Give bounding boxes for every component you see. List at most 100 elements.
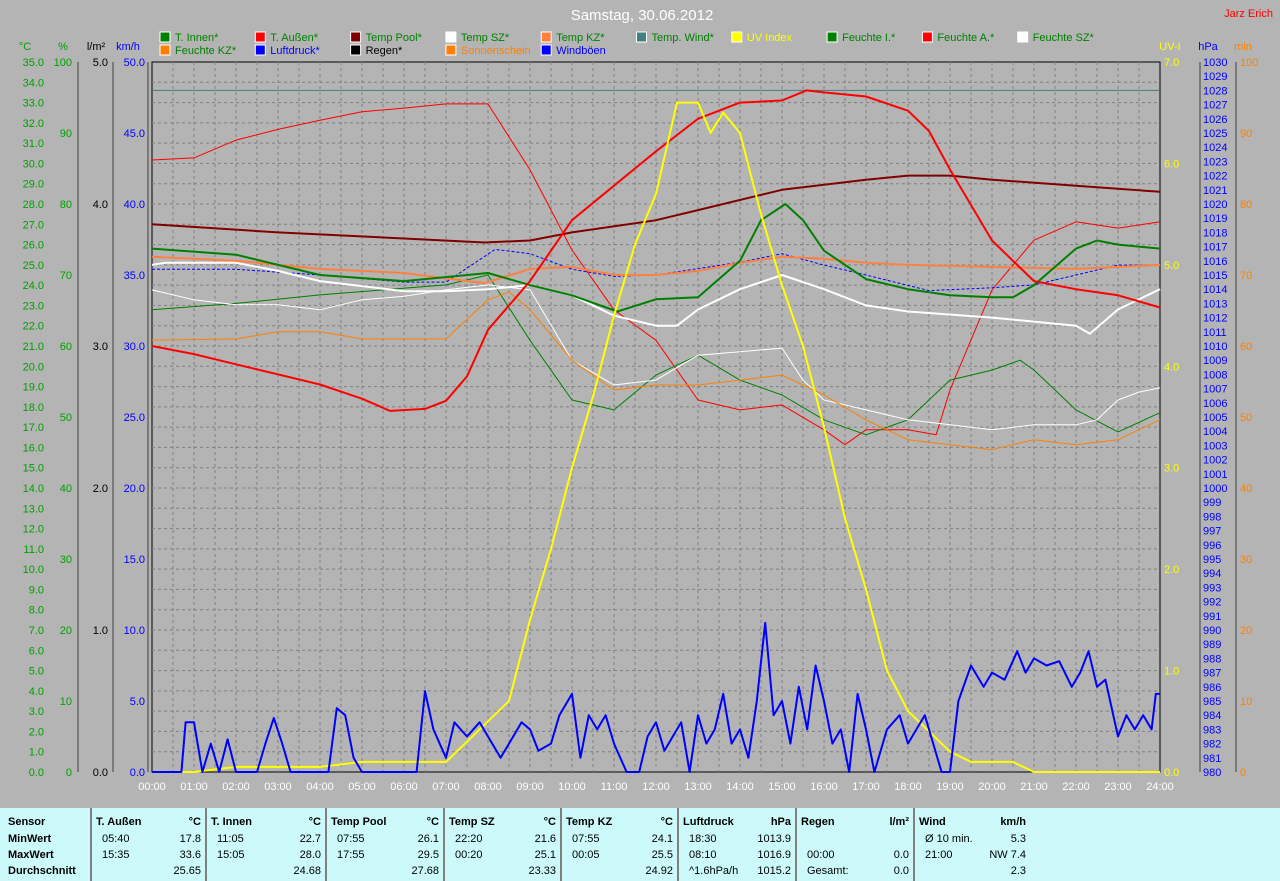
cell-value: 23.33	[528, 865, 556, 877]
legend: T. Innen* T. Außen* Temp Pool* Temp SZ* Temp…	[159, 31, 1095, 57]
cell-time: 05:40	[102, 833, 130, 845]
axis-tick-temp: 24.0	[23, 280, 44, 292]
axis-tick-temp: 10.0	[23, 564, 44, 576]
axis-tick-wind: 20.0	[124, 483, 145, 495]
column-separator	[443, 808, 445, 881]
axis-tick-press: 999	[1203, 497, 1221, 509]
axis-tick-press: 1017	[1203, 242, 1227, 254]
axis-tick-rain: 5.0	[93, 57, 108, 69]
cell-time: Gesamt:	[807, 865, 849, 877]
axis-tick-temp: 11.0	[23, 544, 44, 556]
row-label: MinWert	[8, 833, 52, 845]
axis-tick-press: 1015	[1203, 270, 1227, 282]
grid	[151, 61, 1161, 773]
cell-value: 0.0	[893, 849, 909, 861]
cell-time: Ø 10 min.	[925, 833, 973, 845]
axis-tick-uv: 4.0	[1164, 361, 1179, 373]
axis-tick-uv: 5.0	[1164, 260, 1179, 272]
group-unit: °C	[188, 816, 201, 828]
axis-title-hum: %	[58, 41, 68, 53]
x-tick-label: 16:00	[810, 781, 838, 793]
chart-title: Samstag, 30.06.2012	[571, 7, 714, 24]
legend-swatch	[636, 31, 647, 43]
legend-label: Feuchte KZ*	[175, 45, 237, 57]
legend-label: UV Index	[747, 32, 793, 44]
axis-tick-hum: 10	[60, 696, 72, 708]
axis-tick-sun: 100	[1240, 57, 1258, 69]
x-tick-label: 10:00	[558, 781, 586, 793]
axis-tick-temp: 18.0	[23, 402, 44, 414]
legend-swatch	[254, 44, 266, 56]
axis-tick-temp: 1.0	[29, 747, 44, 759]
axis-tick-press: 1018	[1203, 227, 1227, 239]
group-header: Wind	[919, 816, 946, 828]
group-header: T. Innen	[211, 816, 252, 828]
column-separator	[205, 808, 207, 881]
axis-title-rain: l/m²	[87, 41, 106, 53]
axis-tick-wind: 5.0	[130, 696, 145, 708]
column-separator	[325, 808, 327, 881]
axis-tick-temp: 0.0	[29, 767, 44, 779]
axis-tick-rain: 2.0	[93, 483, 108, 495]
x-tick-label: 09:00	[516, 781, 544, 793]
x-tick-label: 01:00	[180, 781, 208, 793]
axis-tick-sun: 40	[1240, 483, 1252, 495]
cell-value: 24.92	[645, 865, 673, 877]
column-separator	[913, 808, 915, 881]
cell-time: 15:35	[102, 849, 130, 861]
axis-tick-uv: 7.0	[1164, 57, 1179, 69]
legend-label: Temp. Wind*	[652, 32, 715, 44]
group-header: Temp Pool	[331, 816, 387, 828]
axis-tick-press: 989	[1203, 639, 1221, 651]
axis-tick-press: 1013	[1203, 298, 1227, 310]
axis-tick-wind: 50.0	[124, 57, 145, 69]
cell-value: 25.1	[534, 849, 556, 861]
axis-tick-temp: 28.0	[23, 199, 44, 211]
axis-tick-uv: 2.0	[1164, 564, 1179, 576]
axis-tick-temp: 4.0	[29, 686, 44, 698]
axis-tick-press: 1019	[1203, 213, 1227, 225]
axis-tick-press: 1008	[1203, 369, 1227, 381]
axis-tick-temp: 19.0	[23, 382, 44, 394]
x-tick-label: 06:00	[390, 781, 418, 793]
axis-tick-press: 1000	[1203, 483, 1227, 495]
cell-value: 24.68	[293, 865, 321, 877]
cell-value: 26.1	[417, 833, 439, 845]
axis-tick-temp: 17.0	[23, 422, 44, 434]
column-separator	[795, 808, 797, 881]
legend-label: Regen*	[366, 45, 403, 57]
axis-tick-temp: 29.0	[23, 179, 44, 191]
axis-title-press: hPa	[1198, 41, 1218, 53]
x-tick-label: 18:00	[894, 781, 922, 793]
cell-time: 00:00	[807, 849, 835, 861]
axis-tick-press: 981	[1203, 753, 1221, 765]
cell-time: 18:30	[689, 833, 717, 845]
axis-tick-sun: 20	[1240, 625, 1252, 637]
axis-tick-press: 1026	[1203, 114, 1227, 126]
axis-tick-hum: 0	[66, 767, 72, 779]
axis-tick-press: 1023	[1203, 156, 1227, 168]
axis-tick-press: 1009	[1203, 355, 1227, 367]
axis-tick-temp: 25.0	[23, 260, 44, 272]
legend-label: Feuchte I.*	[842, 32, 896, 44]
axis-tick-wind: 30.0	[124, 341, 145, 353]
axis-tick-press: 984	[1203, 710, 1221, 722]
group-unit: °C	[426, 816, 439, 828]
cell-value: 25.65	[173, 865, 201, 877]
axis-tick-press: 985	[1203, 696, 1221, 708]
axis-tick-press: 1002	[1203, 455, 1227, 467]
legend-swatch	[445, 44, 457, 56]
axis-tick-rain: 3.0	[93, 341, 108, 353]
group-header: T. Außen	[96, 816, 142, 828]
axis-tick-temp: 32.0	[23, 118, 44, 130]
cell-time: 00:20	[455, 849, 483, 861]
cell-time: 08:10	[689, 849, 717, 861]
axis-title-temp: °C	[19, 41, 31, 53]
legend-swatch	[540, 44, 552, 56]
axis-tick-rain: 1.0	[93, 625, 108, 637]
axis-tick-hum: 20	[60, 625, 72, 637]
x-tick-label: 02:00	[222, 781, 250, 793]
weather-chart: Samstag, 30.06.2012 Jarz Erich T. Innen*…	[19, 7, 1273, 793]
axis-tick-temp: 33.0	[23, 98, 44, 110]
column-separator	[677, 808, 679, 881]
